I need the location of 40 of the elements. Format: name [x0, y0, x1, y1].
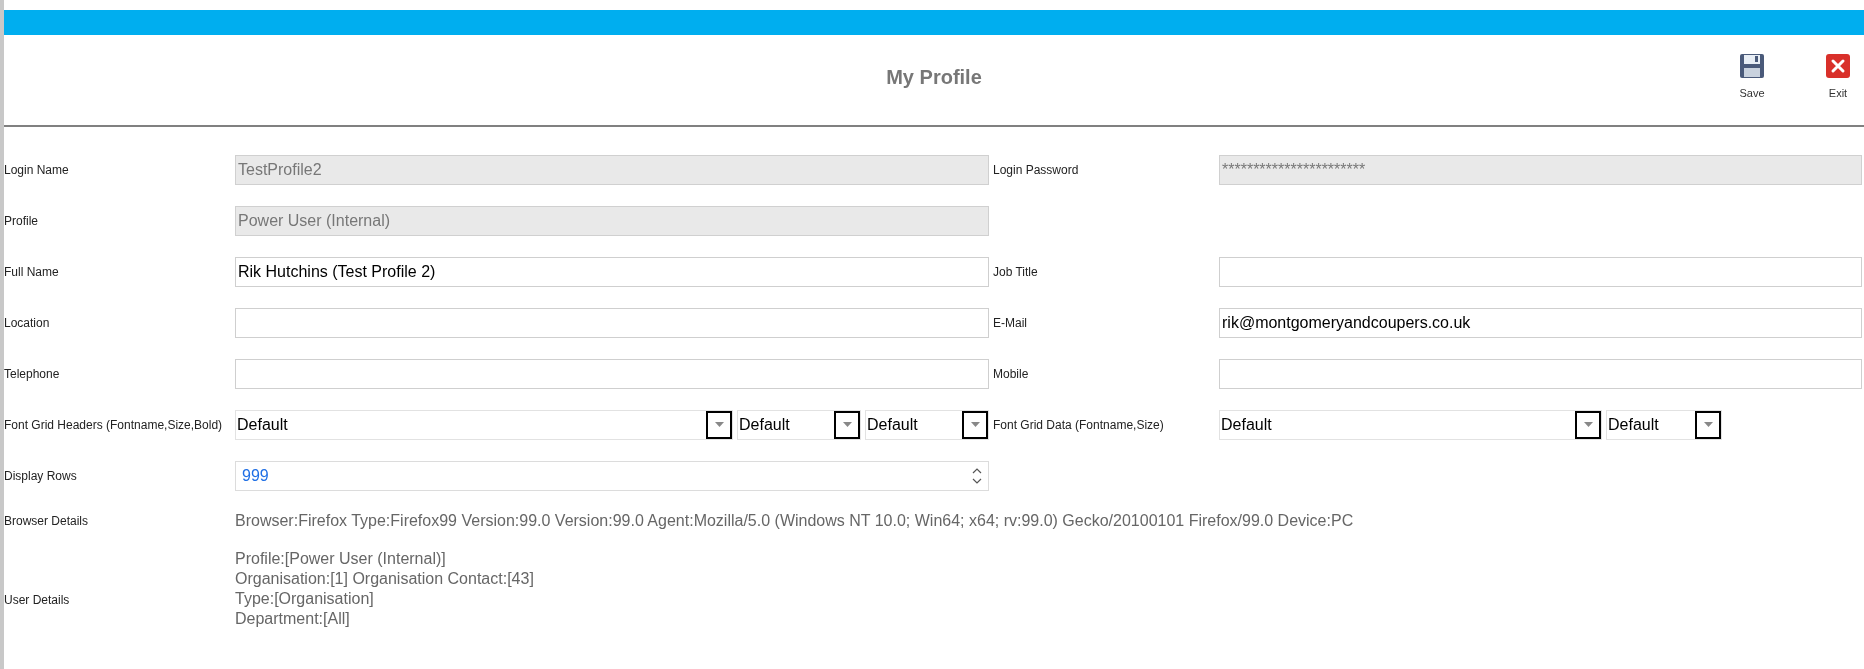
field-label: Font Grid Headers (Fontname,Size,Bold): [4, 416, 224, 434]
field-label: Login Name: [4, 161, 70, 179]
dropdown[interactable]: Default: [865, 409, 989, 440]
caret-icon: [1703, 422, 1713, 427]
save-button[interactable]: Save: [1732, 53, 1772, 102]
field-label: Profile: [4, 212, 39, 230]
caret-icon: [1583, 422, 1593, 427]
caret-icon: [714, 422, 724, 427]
field-label: Mobile: [993, 365, 1030, 383]
field-label: Login Password: [993, 161, 1080, 179]
caret-icon: [970, 422, 980, 427]
text-field[interactable]: rik@montgomeryandcoupers.co.uk: [1219, 307, 1862, 338]
text-field[interactable]: [235, 358, 989, 389]
user-details-line: Organisation:[1] Organisation Contact:[43]: [235, 569, 534, 589]
dropdown[interactable]: Default: [737, 409, 861, 440]
browser-details-text: Browser:Firefox Type:Firefox99 Version:99.0 Version:99.0 Agent:Mozilla/5.0 (Windows NT 10.0; Win64; x64; rv:99.0) Gecko/20100101 Firefox/99.0 Device:PC: [235, 511, 1354, 531]
text-field[interactable]: Rik Hutchins (Test Profile 2): [235, 256, 989, 287]
field-label: E-Mail: [993, 314, 1028, 332]
field-label: Display Rows: [4, 467, 78, 485]
user-details-line: Profile:[Power User (Internal)]: [235, 549, 447, 569]
field-label: Font Grid Data (Fontname,Size): [993, 416, 1165, 434]
text-field[interactable]: [235, 307, 989, 338]
field-label: User Details: [4, 592, 71, 609]
field-label: Full Name: [4, 263, 60, 281]
number-field[interactable]: 999: [235, 460, 989, 491]
field-label: Job Title: [993, 263, 1039, 281]
close-icon: [1825, 53, 1851, 79]
field-label: Telephone: [4, 365, 61, 383]
text-field[interactable]: [1219, 358, 1862, 389]
exit-button[interactable]: Exit: [1818, 53, 1858, 102]
page-title: My Profile: [886, 65, 982, 90]
dropdown[interactable]: Default: [1606, 409, 1722, 440]
dropdown[interactable]: Default: [235, 409, 733, 440]
field-label: Location: [4, 314, 51, 332]
user-details-line: Type:[Organisation]: [235, 589, 375, 609]
caret-icon: [842, 422, 852, 427]
field-label: Browser Details: [4, 513, 90, 530]
user-details-line: Department:[All]: [235, 609, 351, 629]
text-field[interactable]: [1219, 256, 1862, 287]
dropdown[interactable]: Default: [1219, 409, 1602, 440]
